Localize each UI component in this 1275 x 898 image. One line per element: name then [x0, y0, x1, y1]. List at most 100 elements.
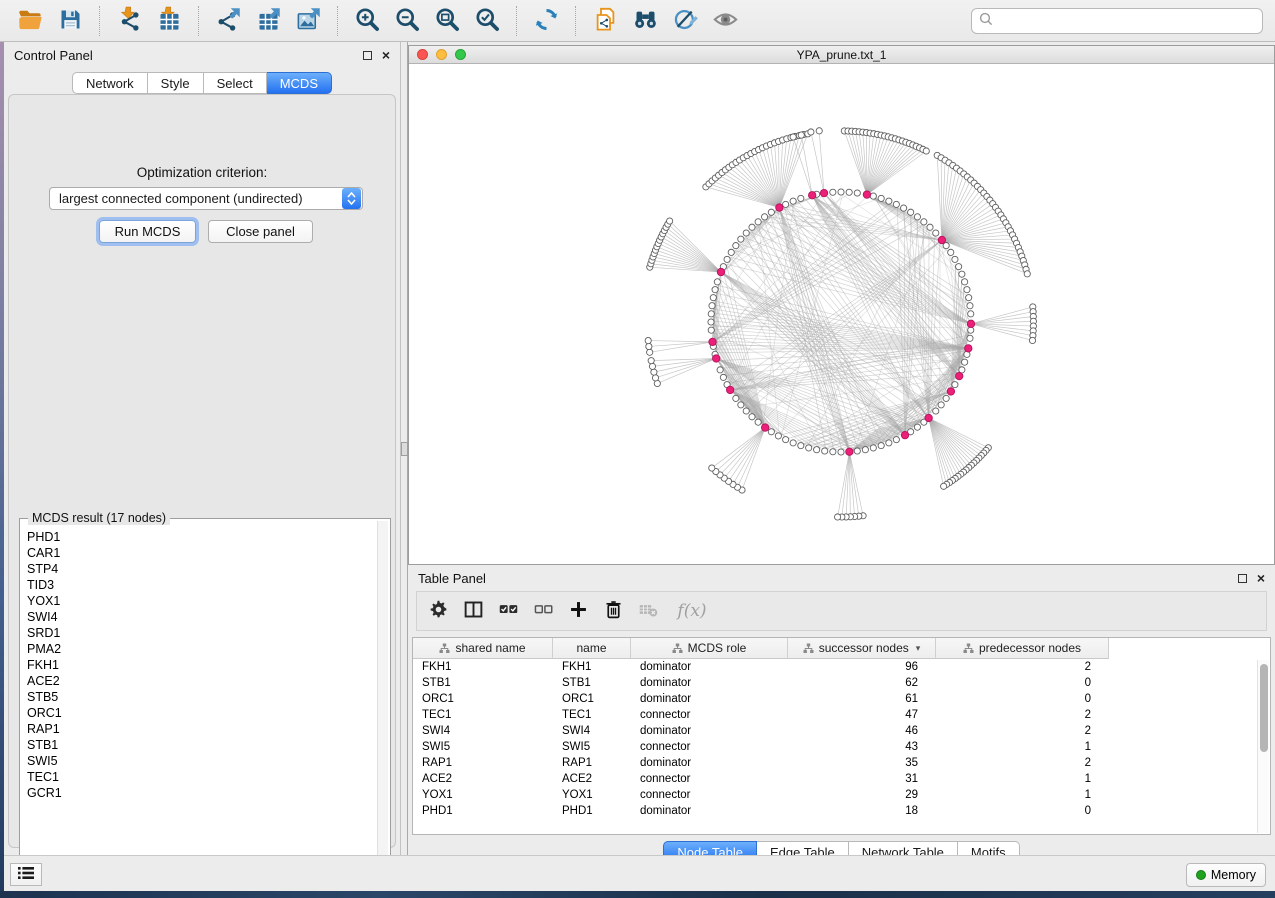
network-node[interactable]: [738, 402, 744, 408]
search-input[interactable]: [993, 14, 1255, 28]
network-node[interactable]: [1029, 337, 1035, 343]
mcds-result-item[interactable]: STP4: [22, 561, 376, 577]
mcds-result-item[interactable]: RAP1: [22, 721, 376, 737]
table-scrollbar[interactable]: [1257, 660, 1269, 833]
mcds-result-item[interactable]: FKH1: [22, 657, 376, 673]
network-node[interactable]: [822, 448, 828, 454]
mcds-result-item[interactable]: YOX1: [22, 593, 376, 609]
network-node[interactable]: [651, 369, 657, 375]
delete-column-button[interactable]: [602, 600, 624, 622]
network-node[interactable]: [914, 424, 920, 430]
network-node[interactable]: [1024, 271, 1030, 277]
network-node[interactable]: [962, 359, 968, 365]
mcds-node[interactable]: [709, 338, 716, 345]
mcds-node[interactable]: [938, 236, 945, 243]
network-node[interactable]: [968, 327, 974, 333]
network-node[interactable]: [952, 382, 958, 388]
network-node[interactable]: [667, 218, 673, 224]
column-header-MCDS-role[interactable]: MCDS role: [631, 638, 788, 659]
float-table-panel-icon[interactable]: [1238, 574, 1247, 583]
mcds-node[interactable]: [717, 268, 724, 275]
mcds-node[interactable]: [820, 189, 827, 196]
column-header-predecessor-nodes[interactable]: predecessor nodes: [936, 638, 1109, 659]
network-node[interactable]: [830, 189, 836, 195]
table-row[interactable]: ORC1ORC1dominator610: [413, 691, 1257, 707]
table-row[interactable]: FKH1FKH1dominator962: [413, 659, 1257, 675]
network-node[interactable]: [933, 408, 939, 414]
network-node[interactable]: [964, 287, 970, 293]
add-column-button[interactable]: [567, 600, 589, 622]
mcds-node[interactable]: [947, 388, 954, 395]
network-graph-canvas[interactable]: [409, 64, 1274, 565]
gear-button[interactable]: [427, 600, 449, 622]
mcds-node[interactable]: [726, 386, 733, 393]
network-node[interactable]: [838, 449, 844, 455]
clone-network-button[interactable]: [587, 4, 623, 38]
mcds-node[interactable]: [761, 424, 768, 431]
mcds-list-scrollbar[interactable]: [377, 521, 388, 888]
network-node[interactable]: [854, 448, 860, 454]
network-node[interactable]: [709, 465, 715, 471]
criterion-dropdown[interactable]: largest connected component (undirected): [49, 187, 363, 210]
network-node[interactable]: [838, 189, 844, 195]
table-row[interactable]: SWI4SWI4dominator462: [413, 723, 1257, 739]
tab-mcds[interactable]: MCDS: [267, 72, 332, 94]
network-node[interactable]: [938, 402, 944, 408]
network-node[interactable]: [966, 295, 972, 301]
network-node[interactable]: [921, 219, 927, 225]
column-header-successor-nodes[interactable]: successor nodes▾: [788, 638, 936, 659]
network-node[interactable]: [798, 195, 804, 201]
network-node[interactable]: [738, 236, 744, 242]
network-node[interactable]: [645, 337, 651, 343]
network-node[interactable]: [648, 358, 654, 364]
network-node[interactable]: [714, 279, 720, 285]
network-node[interactable]: [878, 443, 884, 449]
network-node[interactable]: [808, 129, 814, 135]
mcds-result-item[interactable]: ACE2: [22, 673, 376, 689]
show-hide-button[interactable]: [707, 4, 743, 38]
table-row[interactable]: PHD1PHD1dominator180: [413, 803, 1257, 819]
mcds-result-item[interactable]: SWI5: [22, 753, 376, 769]
mcds-result-item[interactable]: TID3: [22, 577, 376, 593]
mcds-result-item[interactable]: PMA2: [22, 641, 376, 657]
mcds-result-item[interactable]: SRD1: [22, 625, 376, 641]
mcds-result-item[interactable]: TEC1: [22, 769, 376, 785]
network-node[interactable]: [775, 433, 781, 439]
network-list-button[interactable]: [10, 863, 42, 886]
mcds-node[interactable]: [956, 372, 963, 379]
network-node[interactable]: [854, 190, 860, 196]
column-header-name[interactable]: name: [553, 638, 631, 659]
mcds-node[interactable]: [713, 355, 720, 362]
export-network-button[interactable]: [210, 4, 246, 38]
network-node[interactable]: [728, 249, 734, 255]
mcds-result-item[interactable]: STB1: [22, 737, 376, 753]
network-node[interactable]: [908, 209, 914, 215]
network-node[interactable]: [933, 230, 939, 236]
network-node[interactable]: [755, 419, 761, 425]
network-node[interactable]: [790, 440, 796, 446]
network-node[interactable]: [720, 374, 726, 380]
network-node[interactable]: [768, 209, 774, 215]
mcds-result-item[interactable]: PHD1: [22, 529, 376, 545]
table-row[interactable]: TEC1TEC1connector472: [413, 707, 1257, 723]
network-node[interactable]: [886, 198, 892, 204]
network-node[interactable]: [901, 205, 907, 211]
network-node[interactable]: [806, 445, 812, 451]
mcds-result-item[interactable]: STB5: [22, 689, 376, 705]
network-node[interactable]: [755, 219, 761, 225]
memory-button[interactable]: Memory: [1186, 863, 1266, 887]
zoom-in-button[interactable]: [349, 4, 385, 38]
float-window-icon[interactable]: [363, 51, 372, 60]
network-node[interactable]: [724, 256, 730, 262]
mcds-result-item[interactable]: ORC1: [22, 705, 376, 721]
network-node[interactable]: [870, 445, 876, 451]
splitter-handle[interactable]: [401, 442, 408, 456]
table-scrollbar-thumb[interactable]: [1260, 664, 1268, 752]
tab-style[interactable]: Style: [148, 72, 204, 94]
run-mcds-button[interactable]: Run MCDS: [99, 220, 196, 243]
network-node[interactable]: [710, 295, 716, 301]
network-node[interactable]: [927, 224, 933, 230]
search-box[interactable]: [971, 8, 1263, 34]
refresh-button[interactable]: [528, 4, 564, 38]
export-image-button[interactable]: [290, 4, 326, 38]
